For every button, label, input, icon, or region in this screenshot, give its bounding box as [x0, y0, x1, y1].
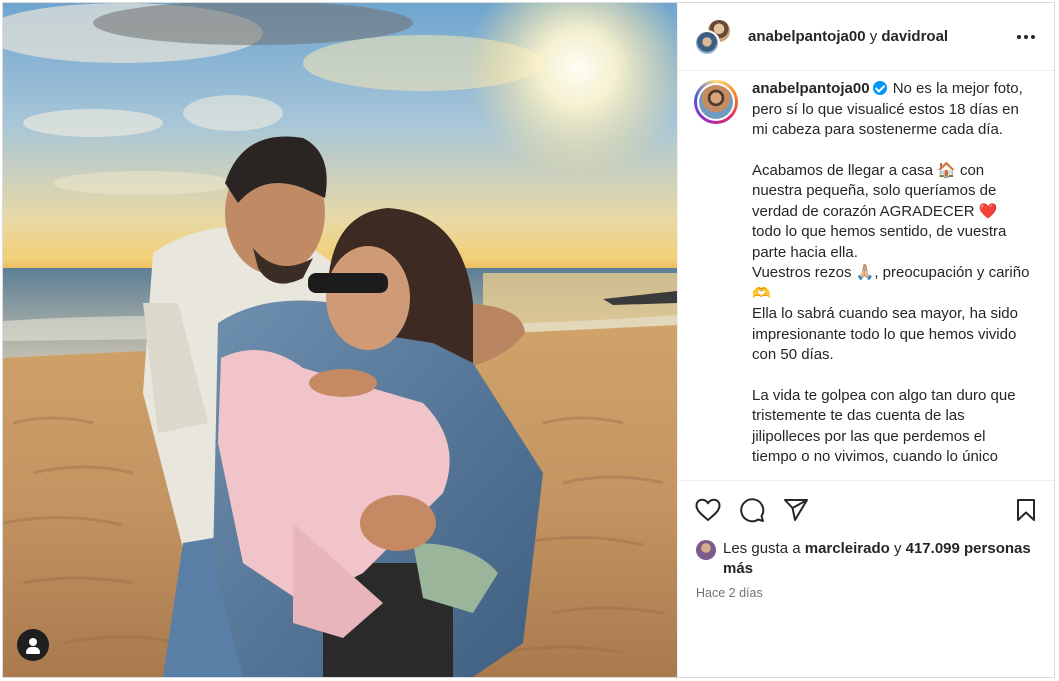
share-icon: [784, 499, 808, 521]
caption-paragraph-2c: Ella lo sabrá cuando sea mayor, ha sido …: [752, 305, 1018, 363]
more-horizontal-icon: [1017, 34, 1035, 39]
caption-paragraph-2a: Acabamos de llegar a casa 🏠 con nuestra …: [752, 161, 1007, 261]
post-timestamp[interactable]: Hace 2 días: [678, 579, 1054, 600]
comment-icon: [740, 498, 765, 523]
user-icon-body: [26, 647, 40, 654]
heart-icon: [695, 498, 721, 521]
share-button[interactable]: [782, 496, 810, 524]
more-options-button[interactable]: [1014, 25, 1038, 49]
caption-avatar-image: [697, 83, 735, 121]
like-button[interactable]: [694, 496, 722, 524]
avatar-anabelpantoja00: [694, 29, 720, 56]
instagram-post: anabelpantoja00 y davidroal anabelpantoj…: [2, 2, 1055, 678]
save-button[interactable]: [1012, 496, 1040, 524]
caption-area[interactable]: anabelpantoja00 No es la mejor foto, per…: [678, 71, 1054, 481]
header-connector: y: [869, 28, 878, 45]
caption-paragraph-3: La vida te golpea con algo tan duro que …: [752, 386, 1016, 466]
post-sidebar: anabelpantoja00 y davidroal anabelpantoj…: [677, 3, 1054, 677]
bookmark-icon: [1017, 499, 1035, 521]
header-username[interactable]: anabelpantoja00: [748, 28, 866, 45]
caption-text: anabelpantoja00 No es la mejor foto, per…: [752, 79, 1030, 480]
header-usernames: anabelpantoja00 y davidroal: [748, 28, 948, 45]
user-icon[interactable]: [17, 629, 49, 661]
caption-paragraph-2b: Vuestros rezos 🙏🏼, preocupación y cariño…: [752, 264, 1030, 302]
caption-avatar[interactable]: [694, 80, 738, 124]
header-coauthor[interactable]: davidroal: [881, 28, 948, 45]
liker-avatar[interactable]: [696, 540, 716, 560]
likes-summary: Les gusta a marcleirado y 417.099 person…: [678, 539, 1054, 579]
verified-badge-icon: [872, 81, 887, 95]
caption-username[interactable]: anabelpantoja00: [752, 80, 870, 97]
comment-button[interactable]: [738, 496, 766, 524]
post-photo[interactable]: [3, 3, 677, 677]
likes-text: Les gusta a marcleirado y 417.099 person…: [723, 539, 1038, 579]
caption-gap: [752, 141, 1030, 161]
action-bar: [678, 481, 1054, 539]
caption-gap: [752, 366, 1030, 386]
user-icon-head: [29, 638, 37, 646]
liker-username[interactable]: marcleirado: [805, 540, 890, 557]
beach-photo-illustration: [3, 3, 677, 677]
post-header: anabelpantoja00 y davidroal: [678, 3, 1054, 71]
likes-prefix: Les gusta a: [723, 540, 801, 557]
coauthor-avatars[interactable]: [694, 17, 732, 56]
likes-connector: y: [893, 540, 902, 557]
